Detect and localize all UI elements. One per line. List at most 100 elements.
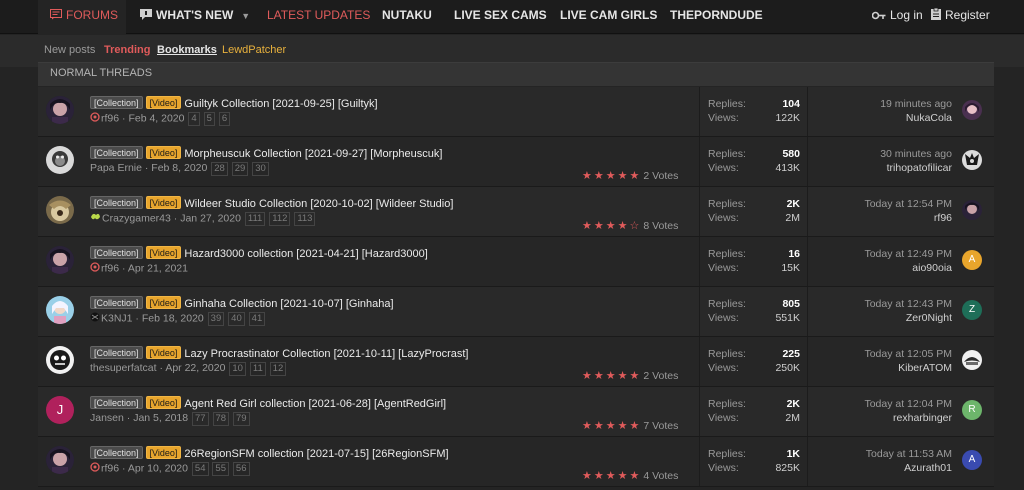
prefix-video[interactable]: [Video] [145, 196, 182, 209]
thread-date[interactable]: Apr 22, 2020 [165, 362, 225, 374]
last-post-time[interactable]: Today at 12:43 PM [808, 297, 952, 311]
page-link[interactable]: 10 [229, 362, 246, 376]
author-avatar[interactable] [46, 446, 74, 474]
thread-title[interactable]: Morpheuscuk Collection [2021-09-27] [Mor… [184, 148, 442, 160]
author-avatar[interactable]: J [46, 396, 74, 424]
thread-author[interactable]: rf96 [101, 462, 119, 474]
last-poster-avatar[interactable]: R [962, 400, 982, 420]
thread-author[interactable]: thesuperfatcat [90, 362, 157, 374]
page-link[interactable]: 77 [192, 412, 209, 426]
subnav-lewdpatcher[interactable]: LewdPatcher [222, 44, 286, 56]
page-link[interactable]: 113 [294, 212, 316, 227]
last-post-time[interactable]: 19 minutes ago [808, 97, 952, 111]
thread-row[interactable]: [Collection] [Video] Wildeer Studio Collec… [38, 187, 994, 237]
thread-author[interactable]: rf96 [101, 112, 119, 124]
nav-latest-updates[interactable]: LATEST UPDATES [267, 0, 370, 34]
thread-date[interactable]: Feb 8, 2020 [151, 162, 207, 174]
prefix-video[interactable]: [Video] [145, 96, 182, 109]
page-link[interactable]: 28 [211, 162, 228, 176]
last-post-time[interactable]: Today at 12:54 PM [808, 197, 952, 211]
nav-live-cam-girls[interactable]: LIVE CAM GIRLS [560, 0, 657, 34]
thread-row[interactable]: [Collection] [Video] Morpheuscuk Collectio… [38, 137, 994, 187]
thread-author[interactable]: Papa Ernie [90, 162, 142, 174]
thread-row[interactable]: [Collection] [Video] Lazy Procrastinator C… [38, 337, 994, 387]
chevron-down-icon[interactable]: ▼ [241, 1, 250, 31]
thread-title[interactable]: Guiltyk Collection [2021-09-25] [Guiltyk… [184, 98, 377, 110]
thread-author[interactable]: K3NJ1 [101, 312, 133, 324]
thread-row[interactable]: [Collection] [Video] Hazard3000 collection… [38, 237, 994, 287]
last-post-user[interactable]: trihopatofilicar [808, 161, 952, 175]
page-link[interactable]: 56 [232, 462, 250, 477]
last-poster-avatar[interactable]: A [962, 250, 982, 270]
page-link[interactable]: 5 [203, 112, 215, 127]
thread-date[interactable]: Jan 5, 2018 [133, 412, 188, 424]
last-post-user[interactable]: rexharbinger [808, 411, 952, 425]
prefix-collection[interactable]: [Collection] [90, 396, 143, 409]
page-link[interactable]: 112 [269, 212, 291, 227]
prefix-collection[interactable]: [Collection] [90, 146, 143, 159]
prefix-video[interactable]: [Video] [145, 296, 182, 309]
last-post-user[interactable]: Zer0Night [808, 311, 952, 325]
last-poster-avatar[interactable]: A [962, 450, 982, 470]
page-link[interactable]: 40 [228, 312, 245, 327]
last-post-time[interactable]: Today at 11:53 AM [808, 447, 952, 461]
prefix-collection[interactable]: [Collection] [90, 296, 143, 309]
author-avatar[interactable] [46, 296, 74, 324]
thread-date[interactable]: Apr 21, 2021 [128, 262, 188, 274]
last-post-time[interactable]: Today at 12:04 PM [808, 397, 952, 411]
page-link[interactable]: 111 [244, 212, 266, 227]
thread-row[interactable]: [Collection] [Video] 26RegionSFM collectio… [38, 437, 994, 487]
thread-date[interactable]: Feb 4, 2020 [128, 112, 184, 124]
prefix-collection[interactable]: [Collection] [90, 196, 143, 209]
last-post-time[interactable]: Today at 12:49 PM [808, 247, 952, 261]
subnav-bookmarks[interactable]: Bookmarks [157, 44, 217, 56]
prefix-collection[interactable]: [Collection] [90, 96, 143, 109]
page-link[interactable]: 30 [252, 162, 269, 176]
last-poster-avatar[interactable]: Z [962, 300, 982, 320]
nav-whats-new[interactable]: WHAT'S NEW ▼ [140, 0, 250, 34]
login-link[interactable]: Log in [871, 0, 923, 34]
author-avatar[interactable] [46, 146, 74, 174]
author-avatar[interactable] [46, 196, 74, 224]
thread-author[interactable]: Jansen [90, 412, 124, 424]
author-avatar[interactable] [46, 246, 74, 274]
page-link[interactable]: 6 [218, 112, 231, 127]
thread-title[interactable]: 26RegionSFM collection [2021-07-15] [26R… [184, 448, 448, 460]
page-link[interactable]: 79 [233, 412, 250, 426]
thread-row[interactable]: J [Collection] [Video] Agent Red Girl coll… [38, 387, 994, 437]
prefix-video[interactable]: [Video] [145, 446, 182, 459]
subnav-trending[interactable]: Trending [104, 44, 150, 56]
page-link[interactable]: 4 [188, 112, 200, 127]
thread-date[interactable]: Apr 10, 2020 [128, 462, 188, 474]
thread-author[interactable]: rf96 [101, 262, 119, 274]
last-poster-avatar[interactable] [962, 100, 982, 120]
thread-date[interactable]: Feb 18, 2020 [142, 312, 204, 324]
thread-title[interactable]: Lazy Procrastinator Collection [2021-10-… [184, 348, 468, 360]
prefix-collection[interactable]: [Collection] [90, 346, 143, 359]
author-avatar[interactable] [46, 96, 74, 124]
subnav-new-posts[interactable]: New posts [44, 44, 95, 56]
page-link[interactable]: 78 [212, 412, 230, 426]
thread-author[interactable]: Crazygamer43 [102, 212, 171, 224]
thread-date[interactable]: Jan 27, 2020 [180, 212, 241, 224]
prefix-collection[interactable]: [Collection] [90, 246, 143, 259]
last-post-user[interactable]: KiberATOM [808, 361, 952, 375]
last-post-user[interactable]: rf96 [808, 211, 952, 225]
thread-title[interactable]: Wildeer Studio Collection [2020-10-02] [… [184, 198, 453, 210]
page-link[interactable]: 41 [248, 312, 266, 327]
page-link[interactable]: 54 [191, 462, 209, 477]
nav-nutaku[interactable]: NUTAKU [382, 0, 432, 34]
prefix-video[interactable]: [Video] [145, 246, 182, 259]
prefix-video[interactable]: [Video] [145, 346, 182, 359]
last-poster-avatar[interactable] [962, 200, 982, 220]
register-link[interactable]: Register [931, 0, 990, 34]
thread-row[interactable]: [Collection] [Video] Guiltyk Collection [2… [38, 87, 994, 137]
prefix-collection[interactable]: [Collection] [90, 446, 143, 459]
last-post-time[interactable]: Today at 12:05 PM [808, 347, 952, 361]
prefix-video[interactable]: [Video] [145, 396, 182, 409]
page-link[interactable]: 39 [207, 312, 225, 327]
last-post-user[interactable]: Azurath01 [808, 461, 952, 475]
author-avatar[interactable] [46, 346, 74, 374]
last-poster-avatar[interactable] [962, 150, 982, 170]
page-link[interactable]: 29 [231, 162, 249, 176]
